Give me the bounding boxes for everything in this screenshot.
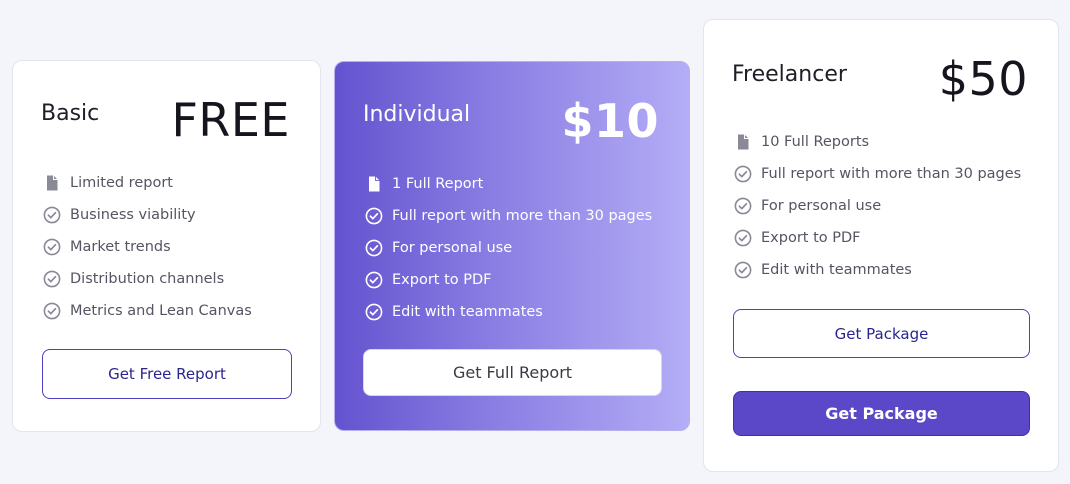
- get-package-button[interactable]: Get Package: [733, 309, 1030, 358]
- check-circle-icon: [364, 302, 384, 322]
- document-icon: [733, 132, 753, 152]
- check-circle-icon: [42, 269, 62, 289]
- check-circle-icon: [42, 205, 62, 225]
- check-circle-icon: [42, 237, 62, 257]
- feature-label: Export to PDF: [392, 272, 492, 288]
- feature-item: Export to PDF: [733, 222, 1021, 254]
- feature-list: Limited report Business viability Market t…: [42, 167, 252, 327]
- plan-card-freelancer: Freelancer $50 10 Full Reports Full repor…: [703, 19, 1059, 472]
- feature-item: Full report with more than 30 pages: [364, 200, 652, 232]
- get-package-primary-button[interactable]: Get Package: [733, 391, 1030, 436]
- feature-label: Full report with more than 30 pages: [761, 166, 1022, 182]
- check-circle-icon: [733, 260, 753, 280]
- feature-item: Market trends: [42, 231, 252, 263]
- document-icon: [42, 173, 62, 193]
- feature-list: 1 Full Report Full report with more than …: [364, 168, 652, 328]
- feature-label: 10 Full Reports: [761, 134, 870, 150]
- feature-label: Market trends: [70, 239, 171, 255]
- get-full-report-button[interactable]: Get Full Report: [363, 349, 662, 396]
- feature-item: 10 Full Reports: [733, 126, 1021, 158]
- feature-item: Export to PDF: [364, 264, 652, 296]
- get-free-report-button[interactable]: Get Free Report: [42, 349, 292, 399]
- plan-name: Freelancer: [732, 62, 847, 87]
- feature-item: Limited report: [42, 167, 252, 199]
- feature-label: Business viability: [70, 207, 196, 223]
- feature-label: Export to PDF: [761, 230, 861, 246]
- feature-item: 1 Full Report: [364, 168, 652, 200]
- feature-label: 1 Full Report: [392, 176, 484, 192]
- feature-list: 10 Full Reports Full report with more tha…: [733, 126, 1021, 286]
- check-circle-icon: [364, 270, 384, 290]
- check-circle-icon: [733, 164, 753, 184]
- feature-item: Metrics and Lean Canvas: [42, 295, 252, 327]
- feature-item: Distribution channels: [42, 263, 252, 295]
- check-circle-icon: [42, 301, 62, 321]
- plan-price: $10: [561, 94, 659, 148]
- feature-item: Business viability: [42, 199, 252, 231]
- feature-item: For personal use: [364, 232, 652, 264]
- plan-name: Individual: [363, 102, 471, 127]
- check-circle-icon: [364, 238, 384, 258]
- feature-label: For personal use: [392, 240, 513, 256]
- feature-item: Edit with teammates: [733, 254, 1021, 286]
- plan-card-individual: Individual $10 1 Full Report Full report …: [334, 61, 690, 431]
- check-circle-icon: [733, 228, 753, 248]
- feature-item: For personal use: [733, 190, 1021, 222]
- plan-price: FREE: [171, 93, 290, 147]
- plan-name: Basic: [41, 101, 100, 126]
- document-icon: [364, 174, 384, 194]
- check-circle-icon: [364, 206, 384, 226]
- feature-label: Distribution channels: [70, 271, 225, 287]
- check-circle-icon: [733, 196, 753, 216]
- feature-label: Full report with more than 30 pages: [392, 208, 653, 224]
- feature-item: Full report with more than 30 pages: [733, 158, 1021, 190]
- feature-item: Edit with teammates: [364, 296, 652, 328]
- feature-label: For personal use: [761, 198, 882, 214]
- feature-label: Metrics and Lean Canvas: [70, 303, 252, 319]
- feature-label: Edit with teammates: [392, 304, 543, 320]
- plan-price: $50: [938, 52, 1028, 106]
- plan-card-basic: Basic FREE Limited report Business viabil…: [12, 60, 321, 432]
- feature-label: Limited report: [70, 175, 173, 191]
- feature-label: Edit with teammates: [761, 262, 912, 278]
